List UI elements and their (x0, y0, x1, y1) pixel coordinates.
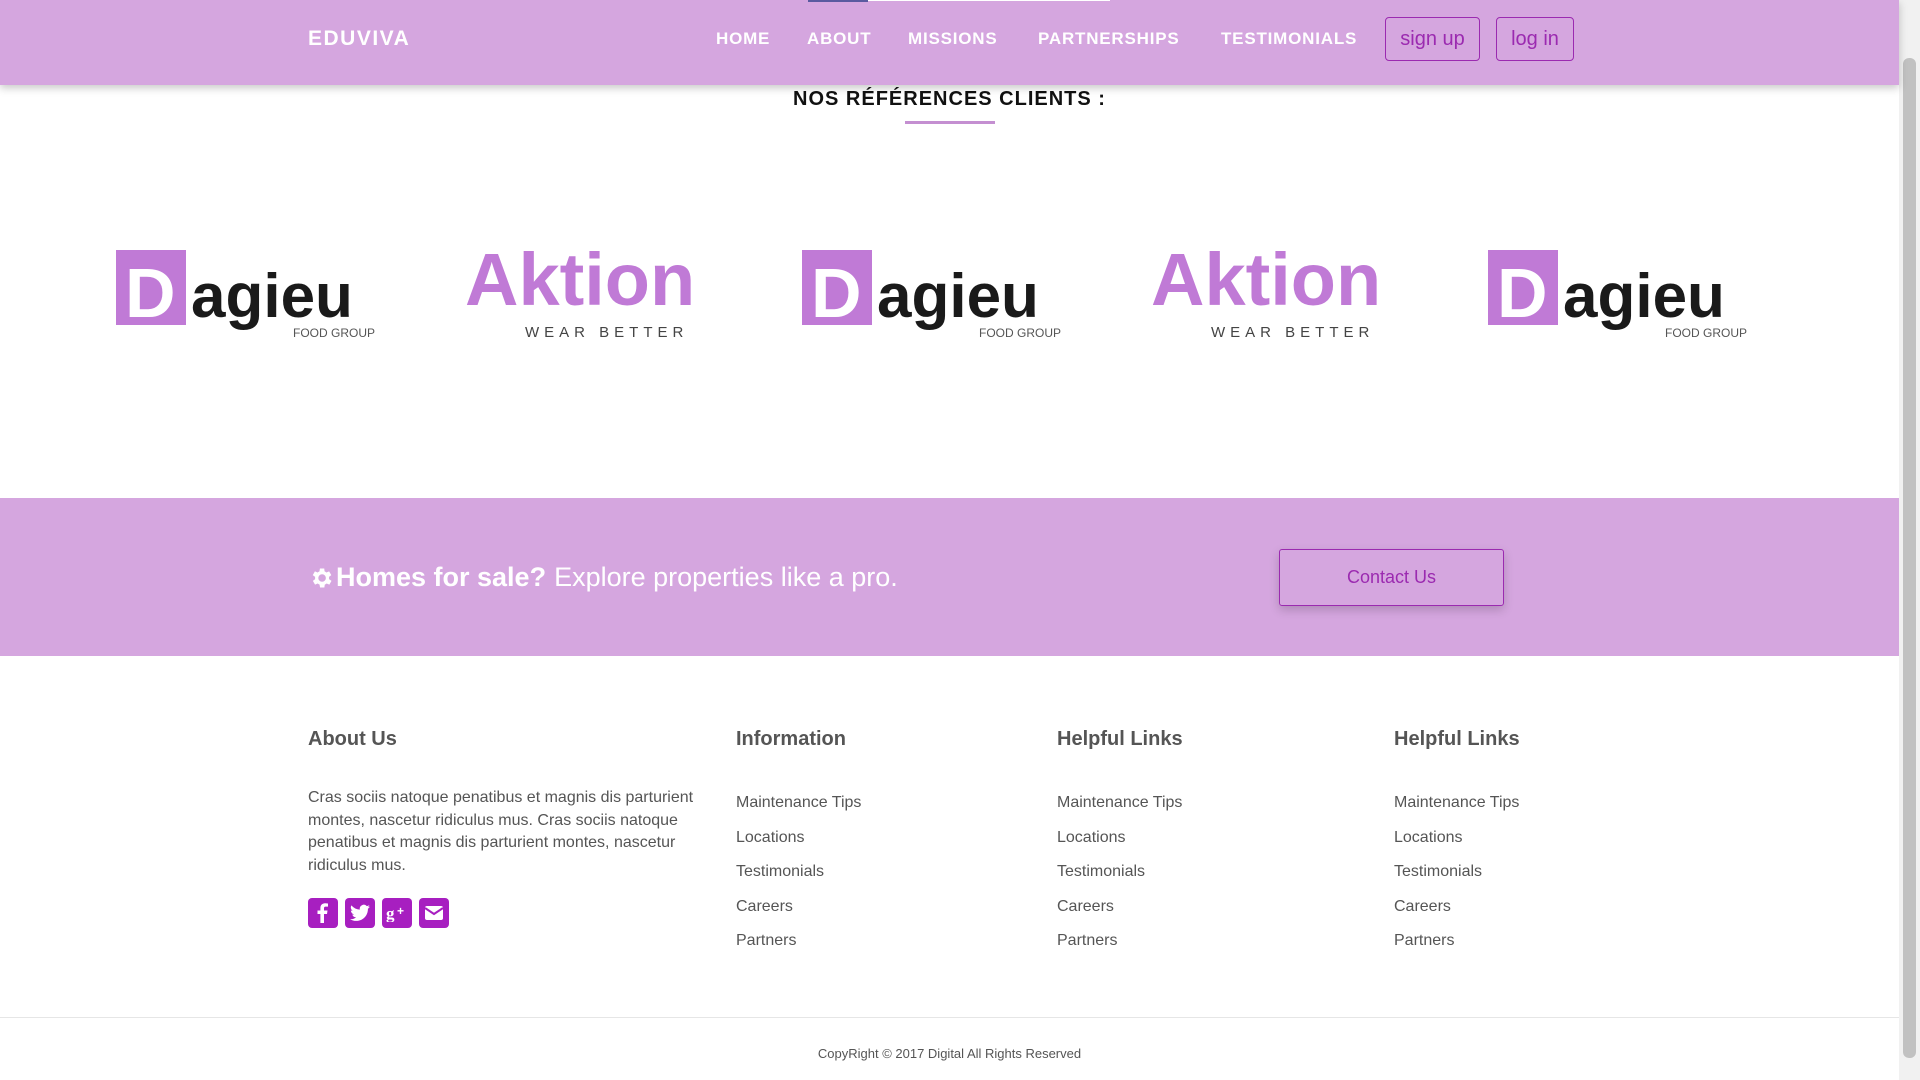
twitter-icon[interactable] (345, 898, 375, 928)
svg-text:D: D (125, 254, 176, 332)
client-logo-name: agieu (191, 262, 353, 331)
client-logo-aktion: Aktion WEAR BETTER (1151, 238, 1381, 341)
facebook-icon[interactable] (308, 898, 338, 928)
client-logo-sub: FOOD GROUP (293, 326, 375, 340)
title-underline (905, 121, 995, 124)
banner-subtext: Explore properties like a pro. (554, 562, 898, 592)
client-logo-sub: WEAR BETTER (525, 324, 688, 341)
footer-list-information: Maintenance Tips Locations Testimonials … (736, 794, 861, 967)
cta-banner (0, 498, 1899, 656)
client-logo-dagieu: D agieu FOOD GROUP (116, 250, 375, 340)
google-plus-icon[interactable]: g + (382, 898, 412, 928)
footer-link-testimonials[interactable]: Testimonials (1394, 863, 1519, 898)
clients-section-title: NOS RÉFÉRENCES CLIENTS : (793, 88, 1106, 110)
envelope-icon[interactable] (419, 898, 449, 928)
vertical-scrollbar-thumb[interactable] (1903, 58, 1916, 1058)
client-logo-name: Aktion (465, 238, 695, 321)
svg-text:+: + (397, 904, 404, 918)
footer-link-locations[interactable]: Locations (1057, 829, 1182, 864)
nav-item-partnerships[interactable]: PARTNERSHIPS (1038, 29, 1180, 49)
nav-active-indicator (808, 0, 868, 2)
footer-link-partners[interactable]: Partners (1394, 932, 1519, 967)
client-logo-dagieu: D agieu FOOD GROUP (1488, 250, 1747, 340)
nav-indicator-track (868, 0, 1110, 1)
svg-text:D: D (811, 254, 862, 332)
svg-text:D: D (1497, 254, 1548, 332)
footer-heading-about: About Us (308, 728, 397, 750)
client-logo-name: agieu (877, 262, 1039, 331)
footer-heading-information: Information (736, 728, 846, 750)
footer-heading-helpful-links-2: Helpful Links (1394, 728, 1520, 750)
footer-link-testimonials[interactable]: Testimonials (1057, 863, 1182, 898)
client-logo-aktion: Aktion WEAR BETTER (465, 238, 695, 341)
navbar: EDUVIVA HOME ABOUT MISSIONS PARTNERSHIPS… (0, 0, 1899, 85)
banner-text: Homes for sale? Explore properties like … (308, 562, 898, 593)
log-in-button[interactable]: log in (1496, 17, 1574, 61)
nav-item-home[interactable]: HOME (716, 29, 770, 49)
footer-heading-helpful-links: Helpful Links (1057, 728, 1183, 750)
brand-logo[interactable]: EDUVIVA (308, 27, 410, 51)
footer-link-locations[interactable]: Locations (736, 829, 861, 864)
banner-bold-text: Homes for sale? (336, 562, 547, 592)
footer-link-partners[interactable]: Partners (736, 932, 861, 967)
footer-link-maintenance-tips[interactable]: Maintenance Tips (736, 794, 861, 829)
footer-link-locations[interactable]: Locations (1394, 829, 1519, 864)
gear-icon (312, 567, 332, 588)
contact-us-button[interactable]: Contact Us (1279, 549, 1504, 606)
client-logo-sub: WEAR BETTER (1211, 324, 1374, 341)
footer-link-testimonials[interactable]: Testimonials (736, 863, 861, 898)
client-logo-dagieu: D agieu FOOD GROUP (802, 250, 1061, 340)
client-logo-name: agieu (1563, 262, 1725, 331)
footer-list-helpful-links-2: Maintenance Tips Locations Testimonials … (1394, 794, 1519, 967)
nav-item-testimonials[interactable]: TESTIMONIALS (1221, 29, 1357, 49)
footer-link-maintenance-tips[interactable]: Maintenance Tips (1057, 794, 1182, 829)
svg-text:g: g (386, 904, 395, 922)
footer-link-careers[interactable]: Careers (1394, 898, 1519, 933)
copyright-text: CopyRight © 2017 Digital All Rights Rese… (817, 1046, 1082, 1061)
sign-up-button[interactable]: sign up (1385, 17, 1480, 61)
client-logo-sub: FOOD GROUP (979, 326, 1061, 340)
footer-link-partners[interactable]: Partners (1057, 932, 1182, 967)
client-logo-name: Aktion (1151, 238, 1381, 321)
footer-link-careers[interactable]: Careers (1057, 898, 1182, 933)
footer-list-helpful-links: Maintenance Tips Locations Testimonials … (1057, 794, 1182, 967)
nav-item-missions[interactable]: MISSIONS (908, 29, 998, 49)
footer-divider (0, 1017, 1899, 1018)
footer-about-text: Cras sociis natoque penatibus et magnis … (308, 789, 694, 874)
nav-item-about[interactable]: ABOUT (807, 29, 871, 49)
client-logo-sub: FOOD GROUP (1665, 326, 1747, 340)
footer-link-maintenance-tips[interactable]: Maintenance Tips (1394, 794, 1519, 829)
footer-link-careers[interactable]: Careers (736, 898, 861, 933)
